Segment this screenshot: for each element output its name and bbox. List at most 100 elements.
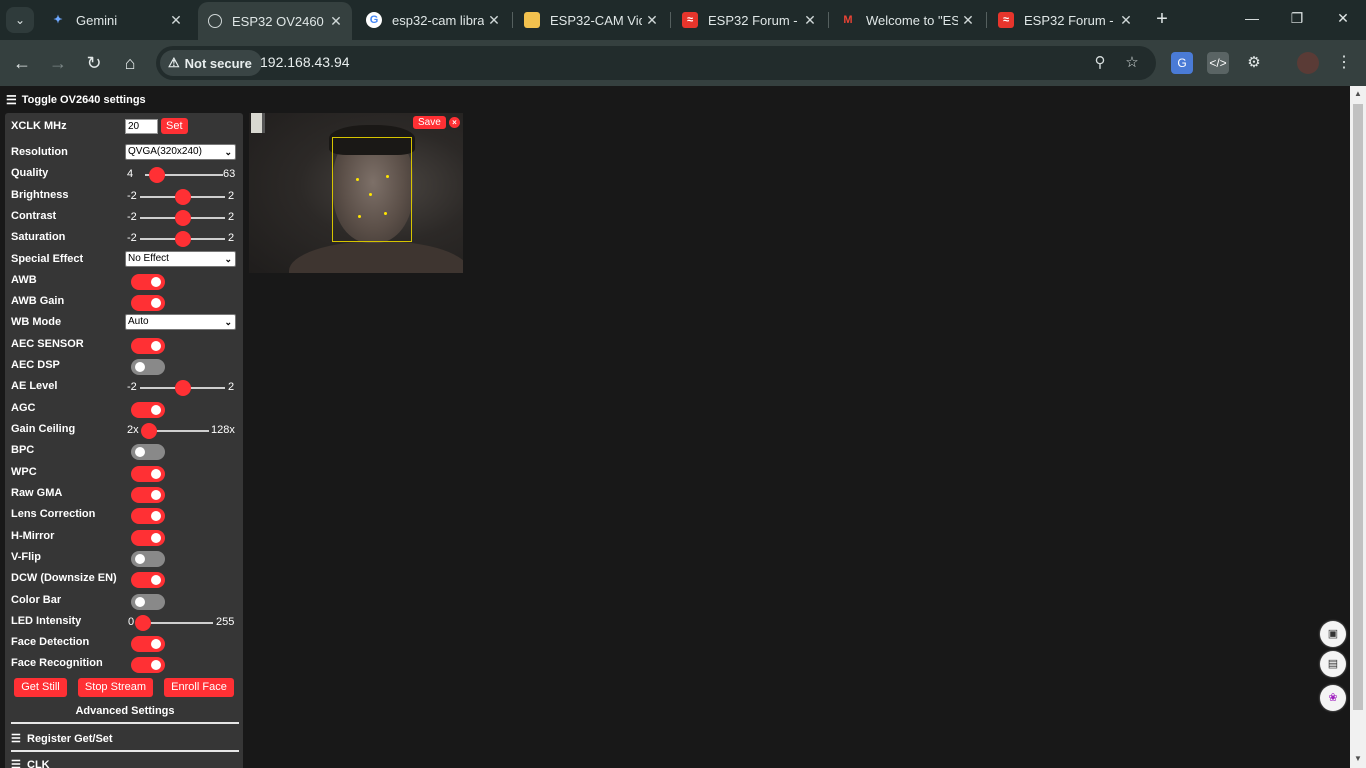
tab-gemini[interactable]: ✦ Gemini ✕ xyxy=(40,4,192,36)
home-button[interactable]: ⌂ xyxy=(117,50,143,76)
face-detection-toggle[interactable] xyxy=(131,636,165,652)
color-bar-toggle[interactable] xyxy=(131,594,165,610)
register-get-set-label: Register Get/Set xyxy=(27,733,113,745)
reader-float-icon[interactable]: ▤ xyxy=(1320,651,1346,677)
dcw-label: DCW (Downsize EN) xyxy=(11,572,117,584)
profile-avatar[interactable] xyxy=(1297,52,1319,74)
scrollbar-thumb[interactable] xyxy=(1353,104,1363,710)
quality-max: 63 xyxy=(223,168,236,180)
special-effect-select[interactable]: No Effect ⌄ xyxy=(125,251,236,267)
minimize-button[interactable]: — xyxy=(1240,10,1264,30)
stop-stream-button[interactable]: Stop Stream xyxy=(78,678,153,697)
tab-esp32-forum-p[interactable]: ≈ ESP32 Forum - P ✕ xyxy=(988,4,1142,36)
save-button[interactable]: Save xyxy=(413,116,446,129)
close-tab-icon[interactable]: ✕ xyxy=(958,12,978,29)
clk-toggle[interactable]: ☰ CLK xyxy=(11,758,50,768)
face-recognition-toggle[interactable] xyxy=(131,657,165,673)
close-tab-icon[interactable]: ✕ xyxy=(484,12,504,29)
tab-gmail[interactable]: M Welcome to "ESI ✕ xyxy=(830,4,984,36)
brightness-slider-thumb[interactable] xyxy=(175,189,191,205)
zoom-icon[interactable]: ⚲ xyxy=(1090,53,1110,73)
aec-dsp-label: AEC DSP xyxy=(11,359,60,371)
awb-toggle[interactable] xyxy=(131,274,165,290)
toggle-settings-button[interactable]: ☰ Toggle OV2640 settings xyxy=(6,93,146,107)
restore-button[interactable]: ❐ xyxy=(1285,10,1309,30)
tab-esp32-ov2460[interactable]: ESP32 OV2460 ✕ xyxy=(198,2,352,40)
gain-ceiling-slider-thumb[interactable] xyxy=(141,423,157,439)
translate-float-icon[interactable]: ▣ xyxy=(1320,621,1346,647)
back-button[interactable]: ← xyxy=(9,50,35,76)
awb-gain-label: AWB Gain xyxy=(11,295,65,307)
aec-dsp-toggle[interactable] xyxy=(131,359,165,375)
tab-esp32-cam-video[interactable]: ESP32-CAM Vide ✕ xyxy=(514,4,668,36)
address-bar[interactable]: ⚠ Not secure 192.168.43.94 ⚲ ☆ xyxy=(156,46,1156,80)
led-intensity-row: LED Intensity 0 255 xyxy=(11,612,237,632)
xclk-input[interactable] xyxy=(125,119,158,134)
menu-kebab-icon[interactable]: ⋮ xyxy=(1333,52,1355,74)
tab-esp32-forum-u[interactable]: ≈ ESP32 Forum - U ✕ xyxy=(672,4,826,36)
lens-correction-row: Lens Correction xyxy=(11,505,237,525)
scroll-up-arrow-icon[interactable]: ▲ xyxy=(1353,89,1363,99)
toggle-knob xyxy=(135,554,145,564)
ai-assistant-float-icon[interactable]: ❀ xyxy=(1320,685,1346,711)
special-effect-row: Special Effect No Effect ⌄ xyxy=(11,250,237,270)
quality-slider-thumb[interactable] xyxy=(149,167,166,183)
close-tab-icon[interactable]: ✕ xyxy=(800,12,820,29)
h-mirror-toggle[interactable] xyxy=(131,530,165,546)
tab-search-button[interactable]: ⌄ xyxy=(6,7,34,33)
close-tab-icon[interactable]: ✕ xyxy=(1116,12,1136,29)
forward-button[interactable]: → xyxy=(45,50,71,76)
toggle-knob xyxy=(151,277,161,287)
contrast-slider-thumb[interactable] xyxy=(175,210,191,226)
clk-label: CLK xyxy=(27,759,50,768)
close-window-button[interactable]: ✕ xyxy=(1331,10,1355,30)
agc-label: AGC xyxy=(11,402,36,414)
v-flip-toggle[interactable] xyxy=(131,551,165,567)
translate-extension-icon[interactable]: G xyxy=(1171,52,1193,74)
register-get-set-toggle[interactable]: ☰ Register Get/Set xyxy=(11,732,113,745)
get-still-button[interactable]: Get Still xyxy=(14,678,67,697)
bpc-toggle[interactable] xyxy=(131,444,165,460)
raw-gma-toggle[interactable] xyxy=(131,487,165,503)
new-tab-button[interactable]: + xyxy=(1150,8,1174,32)
aec-sensor-toggle[interactable] xyxy=(131,338,165,354)
resolution-select[interactable]: QVGA(320x240) ⌄ xyxy=(125,144,236,160)
divider xyxy=(11,722,239,724)
close-tab-icon[interactable]: ✕ xyxy=(166,12,186,29)
gain-ceiling-label: Gain Ceiling xyxy=(11,423,76,435)
saturation-slider-thumb[interactable] xyxy=(175,231,191,247)
scroll-down-arrow-icon[interactable]: ▼ xyxy=(1353,754,1363,764)
led-intensity-slider-thumb[interactable] xyxy=(135,615,151,631)
wpc-toggle[interactable] xyxy=(131,466,165,482)
wb-mode-select[interactable]: Auto ⌄ xyxy=(125,314,236,330)
reload-button[interactable]: ↻ xyxy=(81,50,107,76)
special-effect-value: No Effect xyxy=(128,253,169,264)
toggle-settings-label: Toggle OV2640 settings xyxy=(21,94,146,106)
saturation-min: -2 xyxy=(127,232,137,244)
tab-esp32-cam-library[interactable]: G esp32-cam libra ✕ xyxy=(356,4,510,36)
lens-correction-toggle[interactable] xyxy=(131,508,165,524)
extensions-puzzle-icon[interactable]: ⚙ xyxy=(1243,52,1265,74)
security-chip[interactable]: ⚠ Not secure xyxy=(160,50,262,76)
close-tab-icon[interactable]: ✕ xyxy=(642,12,662,29)
awb-gain-toggle[interactable] xyxy=(131,295,165,311)
ae-level-slider-thumb[interactable] xyxy=(175,380,191,396)
face-detection-row: Face Detection xyxy=(11,633,237,653)
face-keypoint xyxy=(356,178,359,181)
toggle-knob xyxy=(151,341,161,351)
url-text[interactable]: 192.168.43.94 xyxy=(260,54,350,70)
bookmark-star-icon[interactable]: ☆ xyxy=(1122,53,1142,73)
enroll-face-button[interactable]: Enroll Face xyxy=(164,678,234,697)
dcw-toggle[interactable] xyxy=(131,572,165,588)
close-tab-icon[interactable]: ✕ xyxy=(326,13,346,30)
close-stream-button[interactable]: × xyxy=(449,117,460,128)
xclk-set-button[interactable]: Set xyxy=(161,118,188,134)
led-intensity-max: 255 xyxy=(216,616,235,628)
code-extension-icon[interactable]: </> xyxy=(1207,52,1229,74)
agc-toggle[interactable] xyxy=(131,402,165,418)
toggle-knob xyxy=(151,405,161,415)
hamburger-icon: ☰ xyxy=(11,733,21,745)
page-scrollbar[interactable]: ▲ ▼ xyxy=(1350,86,1366,768)
toggle-knob xyxy=(151,575,161,585)
toggle-knob xyxy=(151,533,161,543)
